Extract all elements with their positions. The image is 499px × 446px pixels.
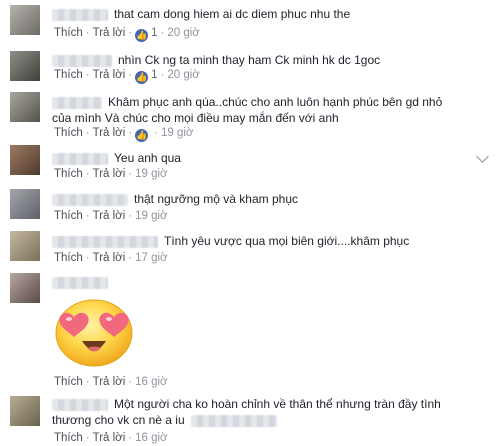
commenter-name[interactable] (52, 54, 112, 67)
comment-text: Tình yêu vược qua mọi biên giới....khâm … (52, 233, 409, 249)
reply-link[interactable]: Trả lời (93, 127, 126, 139)
comment-actions: Thích · Trả lời · 👍 1 · 20 giờ (54, 27, 200, 42)
reply-link[interactable]: Trả lời (93, 168, 126, 180)
like-link[interactable]: Thích (54, 27, 83, 39)
avatar[interactable] (10, 51, 40, 81)
comment-actions: Thích · Trả lời · 17 giờ (54, 252, 168, 264)
comment-actions: Thích · Trả lời · 👍 · 19 giờ (54, 127, 194, 142)
commenter-name[interactable] (52, 398, 108, 411)
reply-link[interactable]: Trả lời (93, 252, 126, 264)
comment-text: Khâm phục anh qúa..chúc cho anh luôn hạn… (52, 95, 443, 125)
heart-eyes-emoji[interactable] (52, 289, 136, 369)
comment-actions: Thích · Trả lời · 19 giờ (54, 168, 168, 180)
timestamp[interactable]: 17 giờ (135, 252, 167, 264)
comment-actions: Thích · Trả lời · 19 giờ (54, 210, 168, 222)
avatar[interactable] (10, 231, 40, 261)
chevron-down-icon[interactable] (476, 150, 489, 163)
thumbs-up-icon: 👍 (135, 29, 149, 42)
like-link[interactable]: Thích (54, 376, 83, 388)
comment-text: Một người cha ko hoàn chỉnh về thân thể … (52, 397, 441, 427)
timestamp[interactable]: 19 giờ (135, 168, 167, 180)
like-link[interactable]: Thích (54, 432, 83, 444)
reply-link[interactable]: Trả lời (93, 27, 126, 39)
reply-link[interactable]: Trả lời (93, 210, 126, 222)
comment-text: that cam dong hiem ai dc diem phuc nhu t… (52, 6, 350, 22)
avatar[interactable] (10, 145, 40, 175)
avatar[interactable] (10, 273, 40, 303)
avatar[interactable] (10, 396, 40, 426)
commenter-name[interactable] (52, 235, 158, 248)
like-link[interactable]: Thích (54, 210, 83, 222)
reply-link[interactable]: Trả lời (93, 69, 126, 81)
avatar[interactable] (10, 92, 40, 122)
timestamp[interactable]: 16 giờ (135, 376, 167, 388)
comment-text: Yeu anh qua (52, 150, 181, 166)
like-count[interactable]: 1 (151, 27, 157, 39)
commenter-name[interactable] (52, 193, 128, 206)
timestamp[interactable]: 20 giờ (167, 27, 199, 39)
like-link[interactable]: Thích (54, 252, 83, 264)
like-link[interactable]: Thích (54, 127, 83, 139)
commenter-name[interactable] (52, 152, 108, 165)
commenter-name[interactable] (52, 276, 108, 289)
thumbs-up-icon: 👍 (135, 129, 149, 142)
commenter-name[interactable] (52, 8, 108, 21)
timestamp[interactable]: 16 giờ (135, 432, 167, 444)
avatar[interactable] (10, 5, 40, 35)
comment-actions: Thích · Trả lời · 👍 1 · 20 giờ (54, 69, 200, 84)
reply-link[interactable]: Trả lời (93, 376, 126, 388)
timestamp[interactable]: 20 giờ (167, 69, 199, 81)
timestamp[interactable]: 19 giờ (135, 210, 167, 222)
comment-actions: Thích · Trả lời · 16 giờ (54, 432, 168, 444)
comment-text: thật ngưỡng mộ và kham phục (52, 191, 298, 207)
comment-actions: Thích · Trả lời · 16 giờ (54, 376, 168, 388)
thumbs-up-icon: 👍 (135, 71, 149, 84)
timestamp[interactable]: 19 giờ (161, 127, 193, 139)
reply-link[interactable]: Trả lời (93, 432, 126, 444)
like-link[interactable]: Thích (54, 168, 83, 180)
comment-text: nhìn Ck ng ta minh thay ham Ck minh hk d… (52, 52, 380, 68)
comment-author (52, 274, 114, 290)
avatar[interactable] (10, 189, 40, 219)
tagged-name[interactable] (190, 414, 277, 427)
commenter-name[interactable] (52, 96, 102, 109)
like-link[interactable]: Thích (54, 69, 83, 81)
like-count[interactable]: 1 (151, 69, 157, 81)
